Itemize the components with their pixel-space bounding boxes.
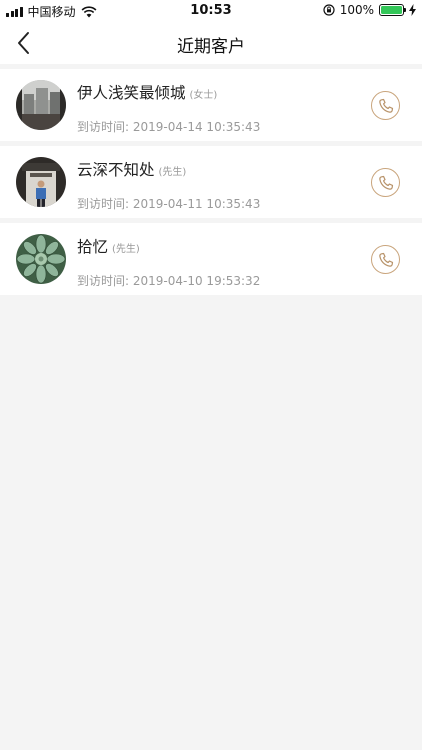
avatar [16, 157, 66, 207]
visit-time-value: 2019-04-10 19:53:32 [132, 274, 261, 288]
customer-gender: (先生) [112, 244, 140, 255]
customer-gender: (先生) [158, 167, 187, 178]
battery-percent: 100% [339, 3, 374, 17]
rotation-lock-icon [323, 4, 335, 16]
customer-card[interactable]: 拾忆 (先生) 到访时间: 2019-04-10 19:53:32 [0, 223, 422, 295]
customer-card[interactable]: 伊人浅笑最倾城 (女士) 到访时间: 2019-04-14 10:35:43 [0, 69, 422, 141]
call-button[interactable] [371, 168, 400, 197]
status-right: 100% [323, 3, 416, 17]
phone-icon [378, 98, 393, 113]
visit-time-label: 到访时间: [77, 274, 130, 288]
charging-bolt-icon [409, 4, 416, 16]
customer-name: 云深不知处 [77, 161, 155, 179]
avatar [16, 80, 66, 130]
avatar [16, 234, 66, 284]
visit-time-line: 到访时间: 2019-04-11 10:35:43 [77, 195, 260, 212]
status-bar: 中国移动 10:53 100% [0, 0, 422, 22]
call-button[interactable] [371, 91, 400, 120]
visit-time-label: 到访时间: [77, 120, 130, 134]
visit-time-value: 2019-04-14 10:35:43 [132, 120, 261, 134]
visit-time-label: 到访时间: [77, 197, 130, 211]
visit-time-line: 到访时间: 2019-04-14 10:35:43 [77, 118, 260, 135]
customer-card[interactable]: 云深不知处 (先生) 到访时间: 2019-04-11 10:35:43 [0, 146, 422, 218]
customer-list: 伊人浅笑最倾城 (女士) 到访时间: 2019-04-14 10:35:43 云… [0, 69, 422, 300]
nav-bar: 近期客户 [0, 22, 422, 64]
customer-name: 拾忆 [77, 238, 109, 256]
customer-name-line: 拾忆 (先生) [77, 235, 140, 257]
visit-time-line: 到访时间: 2019-04-10 19:53:32 [77, 272, 260, 289]
visit-time-value: 2019-04-11 10:35:43 [132, 197, 261, 211]
battery-icon [379, 4, 406, 16]
customer-gender: (女士) [189, 90, 218, 101]
customer-name-line: 云深不知处 (先生) [77, 158, 186, 180]
page-title: 近期客户 [177, 37, 245, 57]
call-button[interactable] [371, 245, 400, 274]
customer-name-line: 伊人浅笑最倾城 (女士) [77, 81, 217, 103]
phone-icon [378, 175, 393, 190]
customer-name: 伊人浅笑最倾城 [77, 84, 186, 102]
phone-icon [378, 252, 393, 267]
